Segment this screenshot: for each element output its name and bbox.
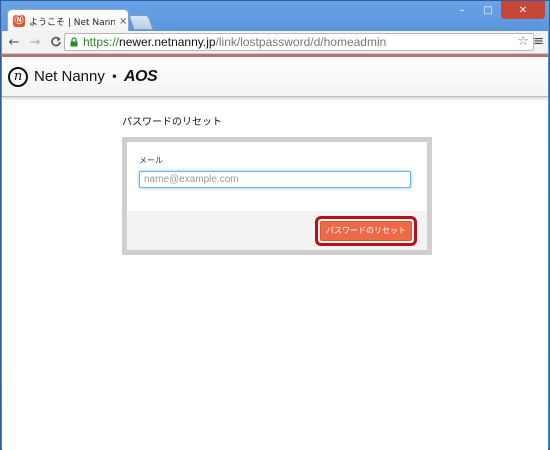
reset-form-card: メール name@example.com パスワードのリセット bbox=[122, 137, 432, 255]
page-title: パスワードのリセット bbox=[122, 117, 222, 128]
reload-icon[interactable] bbox=[47, 33, 65, 51]
bookmark-star-icon[interactable]: ☆ bbox=[517, 34, 529, 50]
browser-window: Ⓝ ようこそ | Net Nanny イン × – □ ✕ ← → https:… bbox=[0, 0, 550, 450]
form-body: メール name@example.com bbox=[127, 142, 427, 212]
url-scheme: https:// bbox=[83, 35, 120, 49]
logo-separator: • bbox=[110, 69, 118, 84]
logo-text: Net Nanny bbox=[34, 68, 105, 85]
aos-logo: AOS bbox=[123, 67, 158, 85]
email-field[interactable]: name@example.com bbox=[139, 171, 411, 188]
email-label: メール bbox=[139, 156, 163, 165]
highlight-box: パスワードのリセット bbox=[315, 216, 417, 246]
lock-icon bbox=[69, 37, 79, 47]
site-header: n Net Nanny • AOS bbox=[2, 55, 548, 97]
forward-arrow-icon[interactable]: → bbox=[26, 33, 44, 51]
address-bar[interactable]: https://newer.netnanny.jp/link/lostpassw… bbox=[64, 33, 534, 51]
netnanny-favicon-icon: Ⓝ bbox=[13, 15, 25, 27]
reset-password-button[interactable]: パスワードのリセット bbox=[320, 221, 412, 241]
chrome-menu-icon[interactable]: ≡ bbox=[533, 34, 544, 50]
form-footer: パスワードのリセット bbox=[127, 211, 427, 250]
tab-strip: Ⓝ ようこそ | Net Nanny イン × – □ ✕ bbox=[1, 1, 549, 32]
url-path: /link/lostpassword/d/homeadmin bbox=[215, 35, 387, 49]
close-window-button[interactable]: ✕ bbox=[501, 1, 545, 19]
url-text: https://newer.netnanny.jp/link/lostpassw… bbox=[83, 35, 386, 49]
back-arrow-icon[interactable]: ← bbox=[5, 33, 23, 51]
browser-toolbar: ← → https://newer.netnanny.jp/link/lostp… bbox=[2, 31, 548, 54]
new-tab-button[interactable] bbox=[128, 15, 154, 30]
page-content: n Net Nanny • AOS パスワードのリセット メール name@ex… bbox=[2, 55, 548, 450]
reset-form: メール name@example.com パスワードのリセット bbox=[127, 142, 427, 250]
minimize-button[interactable]: – bbox=[449, 1, 475, 19]
browser-tab[interactable]: Ⓝ ようこそ | Net Nanny イン × bbox=[7, 9, 129, 32]
url-host: newer.netnanny.jp bbox=[119, 35, 216, 49]
netnanny-logo-icon: n bbox=[8, 66, 28, 87]
window-controls: – □ ✕ bbox=[449, 1, 545, 19]
tab-close-icon[interactable]: × bbox=[119, 16, 127, 27]
maximize-button[interactable]: □ bbox=[475, 1, 501, 19]
tab-title: ようこそ | Net Nanny イン bbox=[29, 17, 115, 28]
